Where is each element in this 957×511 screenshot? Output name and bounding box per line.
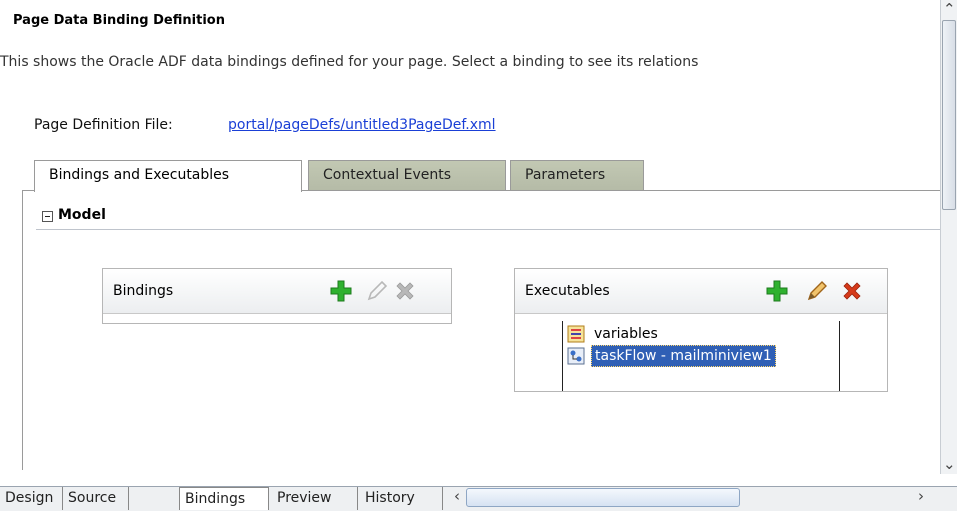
bindings-panel: Bindings: [102, 268, 452, 324]
executable-item-label: taskFlow - mailminiview1: [591, 345, 776, 367]
delete-icon[interactable]: [840, 279, 864, 303]
scroll-right-icon[interactable]: ›: [918, 487, 924, 505]
bindings-panel-header: Bindings: [103, 269, 451, 314]
vertical-scrollbar-thumb[interactable]: [942, 20, 956, 210]
executables-panel-title: Executables: [525, 283, 610, 299]
add-icon[interactable]: [329, 279, 353, 303]
tab-contextual-events[interactable]: Contextual Events: [308, 160, 506, 190]
scroll-down-icon[interactable]: ⌄: [943, 455, 956, 473]
executables-panel: Executables variables taskFlow - mailmin…: [514, 268, 888, 392]
editor-tab-source[interactable]: Source: [63, 487, 129, 510]
edit-icon[interactable]: [805, 279, 829, 303]
tab-parameters[interactable]: Parameters: [510, 160, 644, 190]
page-description: This shows the Oracle ADF data bindings …: [0, 54, 699, 70]
model-section-label: Model: [58, 207, 106, 223]
executables-panel-header: Executables: [515, 269, 887, 314]
taskflow-icon: [567, 347, 585, 365]
editor-tab-history[interactable]: History: [360, 487, 443, 510]
add-icon[interactable]: [765, 279, 789, 303]
page-definition-label: Page Definition File:: [34, 117, 173, 133]
scroll-up-icon[interactable]: ⌃: [943, 0, 956, 18]
model-section-divider: [36, 229, 940, 230]
page-title: Page Data Binding Definition: [13, 13, 225, 28]
bindings-panel-title: Bindings: [113, 283, 174, 299]
editor-tab-design[interactable]: Design: [0, 487, 63, 510]
editor-tab-preview[interactable]: Preview: [272, 487, 358, 510]
tab-divider: [300, 190, 940, 191]
editor-tab-bindings[interactable]: Bindings: [179, 487, 269, 510]
variables-icon: [567, 325, 585, 343]
edit-icon[interactable]: [365, 279, 389, 303]
model-collapse-toggle[interactable]: [42, 211, 53, 222]
scroll-left-icon[interactable]: ‹: [454, 487, 460, 505]
tab-bindings-and-executables[interactable]: Bindings and Executables: [34, 160, 302, 192]
executables-tree: variables taskFlow - mailminiview1: [562, 321, 840, 391]
delete-icon[interactable]: [393, 279, 417, 303]
page-definition-link[interactable]: portal/pageDefs/untitled3PageDef.xml: [228, 117, 496, 133]
horizontal-scrollbar-thumb[interactable]: [466, 488, 740, 507]
executable-item-label: variables: [594, 326, 658, 342]
panel-border: [22, 190, 23, 470]
